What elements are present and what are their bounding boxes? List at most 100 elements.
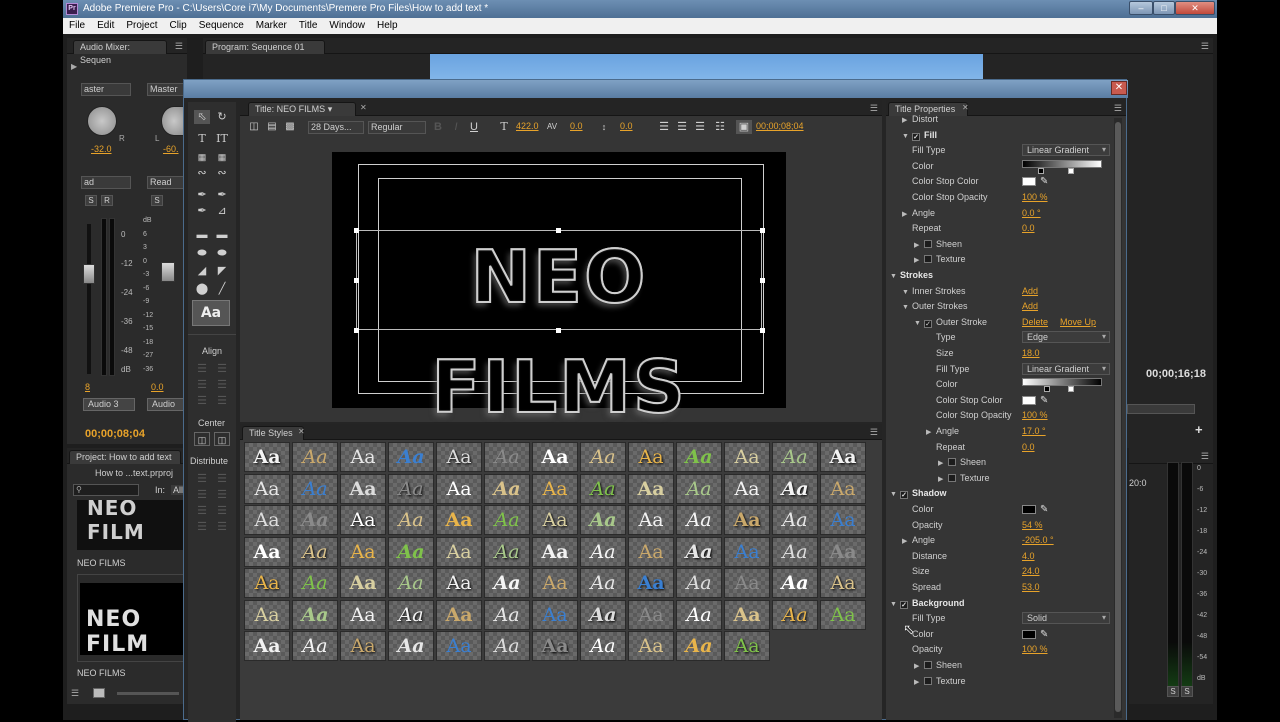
title-style-swatch[interactable]: Aa [724, 536, 770, 567]
close-button[interactable]: ✕ [1175, 1, 1215, 15]
title-style-swatch[interactable]: Aa [580, 568, 626, 598]
expand-down-icon[interactable]: ▼ [890, 597, 900, 612]
title-style-swatch[interactable]: Aa [580, 473, 626, 504]
title-style-swatch[interactable]: Aa [388, 442, 434, 472]
property-row-angle[interactable]: ▶ Angle 17.0 ° [890, 424, 1116, 439]
rectangle-tool-icon[interactable]: ▬ [194, 228, 210, 242]
expand-right-icon[interactable]: ▶ [926, 425, 936, 440]
fader-handle-left[interactable] [83, 264, 95, 284]
property-row-fill[interactable]: ▼ ✓ Fill [890, 128, 1116, 143]
property-value[interactable]: 0.0 ° [1022, 206, 1041, 221]
add-stroke-link[interactable]: Add [1022, 299, 1038, 314]
expand-down-icon[interactable]: ▼ [890, 269, 900, 284]
right-channel-select[interactable]: Master [147, 83, 185, 96]
title-style-swatch[interactable]: Aa [628, 505, 674, 535]
title-style-swatch[interactable]: Aa [292, 599, 338, 630]
title-style-swatch[interactable]: Aa [244, 505, 290, 535]
add-button-icon[interactable]: + [1195, 422, 1203, 437]
distribute-v-spacing-icon[interactable]: ☰ [214, 520, 230, 534]
pan-knob-left[interactable] [87, 106, 117, 136]
property-value[interactable]: 0.0 [1022, 221, 1035, 236]
title-style-swatch[interactable]: Aa [292, 631, 338, 661]
expand-down-icon[interactable]: ▼ [914, 316, 924, 331]
title-style-swatch[interactable]: Aa [340, 599, 386, 630]
property-row-outer-strokes[interactable]: ▼ Outer Strokes Add [890, 299, 1116, 314]
property-value[interactable]: -205.0 ° [1022, 533, 1054, 548]
title-style-swatch[interactable]: Aa [484, 568, 530, 598]
property-row-sheen[interactable]: ▶ Sheen [890, 237, 1116, 252]
title-style-swatch[interactable]: Aa [580, 536, 626, 567]
title-style-swatch[interactable]: Aa [436, 473, 482, 504]
leading-icon[interactable]: ↕ [596, 120, 612, 134]
title-style-swatch[interactable]: Aa [436, 442, 482, 472]
title-style-swatch[interactable]: Aa [628, 568, 674, 598]
new-title-icon[interactable]: ◫ [246, 120, 262, 134]
expand-right-icon[interactable]: ▶ [902, 113, 912, 128]
title-style-swatch[interactable]: Aa [676, 442, 722, 472]
handle-top-right[interactable] [760, 228, 765, 233]
pan-right-value[interactable]: -60. [163, 144, 179, 154]
vertical-path-type-tool-icon[interactable]: ∾ [214, 166, 230, 180]
property-value[interactable]: 24.0 [1022, 564, 1040, 579]
fader-handle-right[interactable] [161, 262, 175, 282]
property-value[interactable]: 17.0 ° [1022, 424, 1046, 439]
property-row-texture[interactable]: ▶ Texture [890, 674, 1116, 689]
property-row-angle[interactable]: ▶ Angle 0.0 ° [890, 206, 1116, 221]
property-value[interactable]: 100 % [1022, 190, 1048, 205]
ellipse-tool-icon[interactable]: ⬤ [194, 282, 210, 296]
property-row-texture[interactable]: ▶ Texture [890, 252, 1116, 267]
font-size-icon[interactable]: T [496, 120, 512, 134]
properties-scrollbar[interactable] [1114, 118, 1122, 718]
property-checkbox[interactable] [924, 239, 932, 248]
menu-help[interactable]: Help [371, 18, 404, 34]
title-style-swatch[interactable]: Aa [484, 473, 530, 504]
property-row-distort[interactable]: ▶ Distort [890, 112, 1116, 127]
menu-sequence[interactable]: Sequence [193, 18, 250, 34]
handle-top-left[interactable] [354, 228, 359, 233]
title-style-swatch[interactable]: Aa [676, 505, 722, 535]
gradient-stop-right[interactable] [1068, 167, 1074, 174]
property-checkbox[interactable] [924, 676, 932, 685]
align-center-v-icon[interactable]: ☰ [214, 378, 230, 392]
expand-right-icon[interactable]: ▶ [938, 456, 948, 471]
title-style-swatch[interactable]: Aa [580, 442, 626, 472]
title-style-swatch[interactable]: Aa [484, 599, 530, 630]
align-bottom-icon[interactable]: ☰ [214, 394, 230, 408]
align-top-icon[interactable]: ☰ [214, 362, 230, 376]
title-style-swatch[interactable]: Aa [244, 568, 290, 598]
expand-down-icon[interactable]: ▼ [902, 300, 912, 315]
icon-view-icon[interactable] [93, 688, 105, 698]
panel-menu-icon[interactable]: ☰ [870, 103, 878, 114]
title-style-swatch[interactable]: Aa [820, 505, 866, 535]
title-style-swatch[interactable]: Aa [292, 505, 338, 535]
title-style-swatch[interactable]: Aa [628, 473, 674, 504]
distribute-center-icon[interactable]: ☰ [194, 488, 210, 502]
automation-mode-left[interactable]: ad [81, 176, 131, 189]
rotation-tool-icon[interactable]: ↻ [214, 110, 230, 124]
title-style-swatch[interactable]: Aa [676, 568, 722, 598]
title-style-swatch[interactable]: Aa [676, 473, 722, 504]
title-style-swatch[interactable]: Aa [532, 473, 578, 504]
title-style-swatch[interactable]: Aa [244, 599, 290, 630]
title-style-swatch[interactable]: Aa [292, 442, 338, 472]
property-value[interactable]: 54 % [1022, 518, 1043, 533]
title-style-swatch[interactable]: Aa [628, 536, 674, 567]
property-row-sheen[interactable]: ▶ Sheen [890, 658, 1116, 673]
pan-left-value[interactable]: -32.0 [91, 144, 112, 154]
title-style-swatch[interactable]: Aa [244, 631, 290, 661]
menu-title[interactable]: Title [293, 18, 324, 34]
handle-bottom-right[interactable] [760, 328, 765, 333]
title-style-swatch[interactable]: Aa [676, 631, 722, 661]
meter-solo-left[interactable]: S [1167, 686, 1179, 697]
property-checkbox[interactable] [948, 473, 956, 482]
roll-crawl-icon[interactable]: ▤ [264, 120, 280, 134]
solo-button-2[interactable]: S [151, 195, 163, 206]
title-style-swatch[interactable]: Aa [388, 599, 434, 630]
expand-right-icon[interactable]: ▶ [914, 659, 924, 674]
distribute-left-icon[interactable]: ☰ [194, 472, 210, 486]
handle-middle-right[interactable] [760, 278, 765, 283]
color-swatch[interactable] [1022, 505, 1036, 514]
color-swatch[interactable] [1022, 629, 1036, 639]
title-style-swatch[interactable]: Aa [244, 473, 290, 504]
title-style-swatch[interactable]: Aa [388, 631, 434, 661]
